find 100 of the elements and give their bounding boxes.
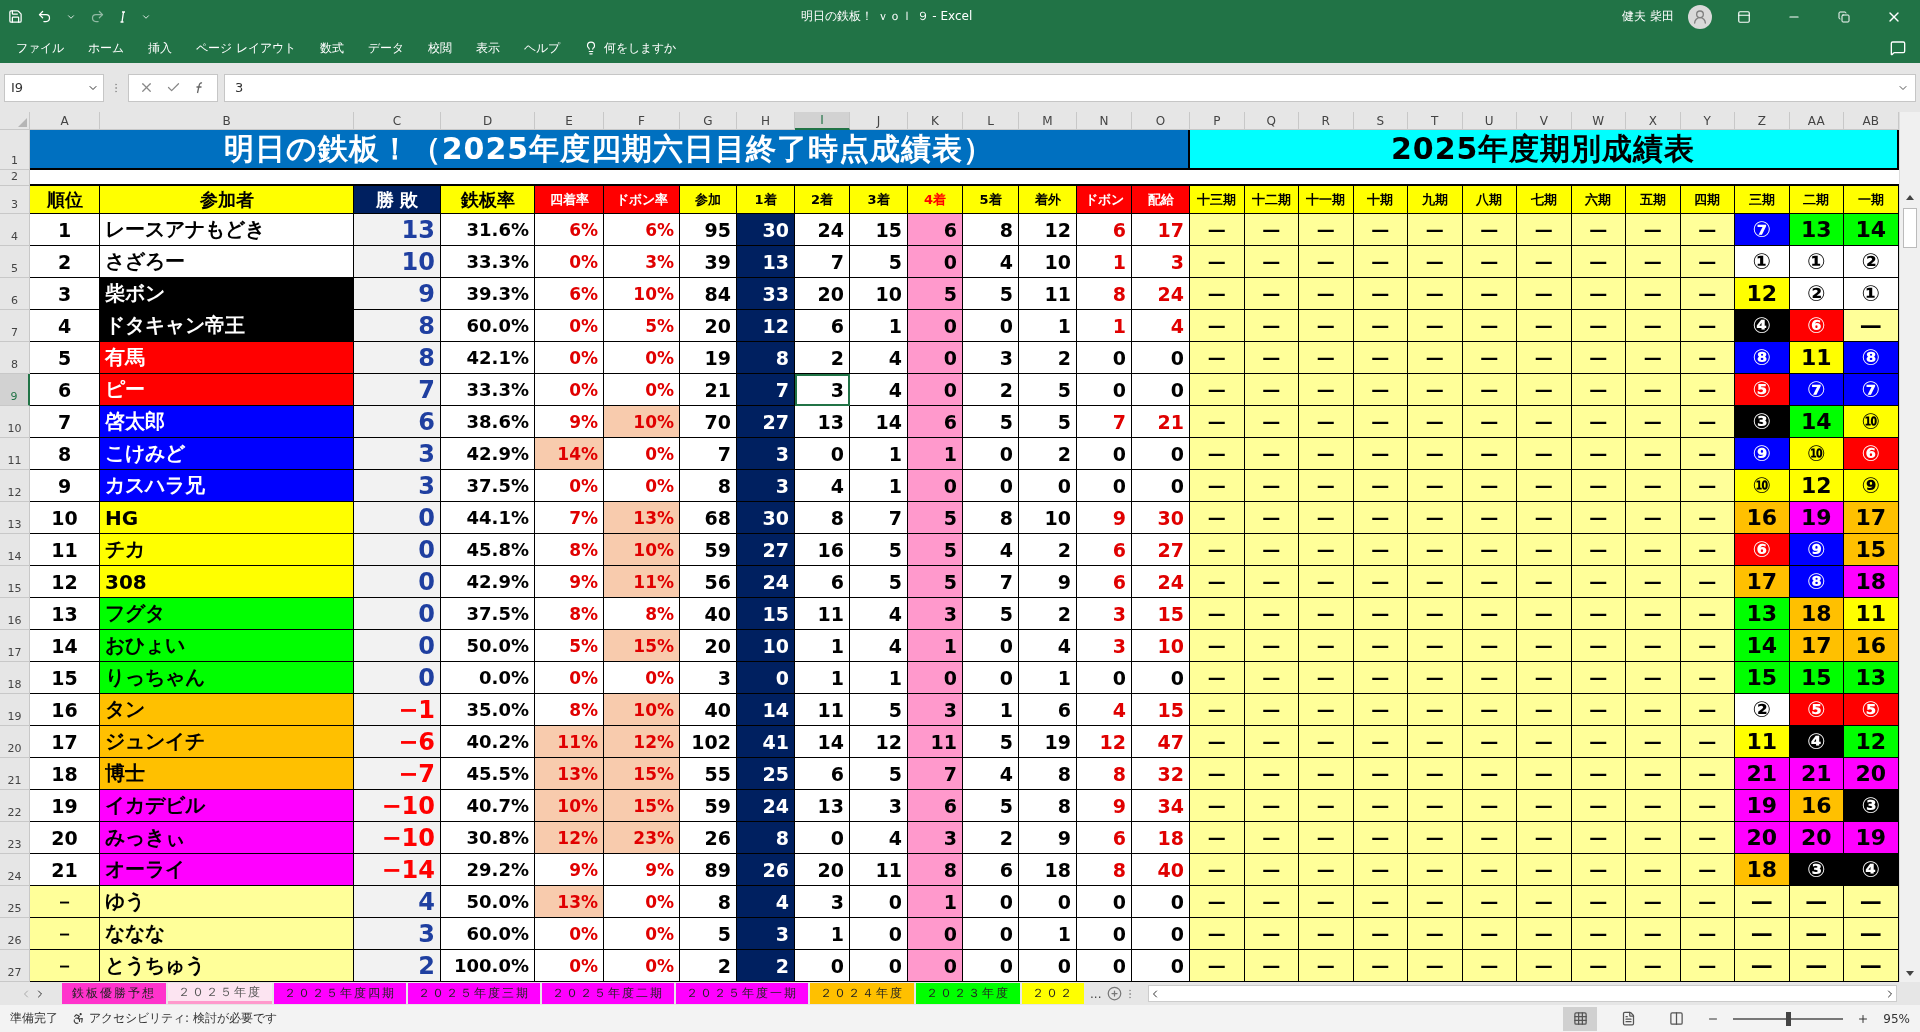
row-header[interactable]: 22 (0, 790, 30, 822)
column-header[interactable]: D (441, 112, 535, 130)
column-header[interactable]: I (795, 112, 850, 130)
row-header[interactable]: 27 (0, 950, 30, 982)
column-header[interactable]: Q (1244, 112, 1299, 130)
avatar[interactable] (1688, 4, 1712, 29)
row-header[interactable]: 12 (0, 470, 30, 502)
ribbon-tab[interactable]: 校閲 (415, 35, 464, 61)
column-header[interactable]: Z (1735, 112, 1790, 130)
cursor-icon[interactable] (119, 10, 127, 23)
zoom-thumb[interactable] (1786, 1011, 1792, 1026)
column-header[interactable]: P (1190, 112, 1245, 130)
row-header[interactable]: 6 (0, 278, 30, 310)
zoom-in-icon[interactable] (1857, 1012, 1870, 1025)
row-header[interactable]: 5 (0, 246, 30, 278)
column-header[interactable]: AA (1789, 112, 1844, 130)
normal-view-button[interactable] (1563, 1006, 1598, 1031)
row-header[interactable]: 2 (0, 170, 30, 186)
row-header[interactable]: 26 (0, 918, 30, 950)
column-header[interactable]: Y (1680, 112, 1735, 130)
column-header[interactable]: C (354, 112, 441, 130)
row-header[interactable]: 20 (0, 726, 30, 758)
column-header[interactable]: J (850, 112, 908, 130)
row-header[interactable]: 10 (0, 406, 30, 438)
columns-icon[interactable] (1668, 1011, 1684, 1026)
row-header[interactable]: 15 (0, 566, 30, 598)
grid-icon[interactable] (1572, 1011, 1588, 1026)
ribbon-tab[interactable]: 挿入 (136, 35, 184, 61)
restore-icon[interactable] (1838, 10, 1850, 23)
undo-icon[interactable] (37, 9, 52, 24)
row-header[interactable]: 14 (0, 534, 30, 566)
column-header[interactable]: R (1299, 112, 1354, 130)
save-icon[interactable] (8, 9, 23, 24)
ribbon-tab[interactable]: 数式 (307, 35, 356, 61)
horizontal-scrollbar[interactable] (1148, 985, 1897, 1002)
column-header[interactable]: E (535, 112, 604, 130)
column-header[interactable]: B (100, 112, 354, 130)
ribbon-tab[interactable]: ファイル (4, 35, 76, 61)
sheet-tab[interactable]: ２０２５年度一期 (676, 983, 808, 1004)
column-header[interactable]: S (1353, 112, 1408, 130)
scroll-thumb[interactable] (1903, 208, 1917, 248)
column-header[interactable]: T (1408, 112, 1463, 130)
column-header[interactable]: K (908, 112, 963, 130)
period-cell: — (1408, 630, 1463, 662)
row-header[interactable]: 1 (0, 130, 30, 170)
row-header[interactable]: 17 (0, 630, 30, 662)
user-name[interactable]: 健夫 柴田 (1622, 8, 1674, 25)
row-header[interactable]: 13 (0, 502, 30, 534)
cancel-icon[interactable] (139, 80, 154, 95)
column-header[interactable]: X (1626, 112, 1681, 130)
sheet-tab[interactable]: ２０２ (1022, 983, 1084, 1004)
row-header[interactable]: 23 (0, 822, 30, 854)
row-header[interactable]: 8 (0, 342, 30, 374)
row-header[interactable]: 24 (0, 854, 30, 886)
ribbon-tab[interactable]: ホーム (76, 35, 136, 61)
sheet-tab[interactable]: ２０２５年度二期 (542, 983, 674, 1004)
ribbon-tab[interactable]: 表示 (463, 35, 512, 61)
row-header[interactable]: 25 (0, 886, 30, 918)
zoom-level[interactable]: 95% (1883, 1011, 1910, 1026)
more-sheets-button[interactable]: ... (1086, 986, 1106, 1001)
add-sheet-icon[interactable] (1107, 986, 1123, 1001)
row-header[interactable]: 16 (0, 598, 30, 630)
sheet-tab[interactable]: ２０２５年度 (168, 983, 272, 1004)
redo-icon[interactable] (90, 9, 105, 24)
column-header[interactable]: L (963, 112, 1019, 130)
column-header[interactable]: A (30, 112, 100, 130)
column-header[interactable]: U (1462, 112, 1517, 130)
sheet-tab[interactable]: ２０２５年度三期 (408, 983, 540, 1004)
name-box[interactable]: I9 (4, 73, 104, 102)
row-header[interactable]: 3 (0, 186, 30, 214)
ribbon-tab[interactable]: ヘルプ (511, 35, 572, 61)
comment-icon[interactable] (1890, 40, 1906, 56)
window-icon[interactable] (1737, 9, 1751, 24)
column-header[interactable]: M (1019, 112, 1077, 130)
column-header[interactable]: H (737, 112, 795, 130)
ribbon-tab[interactable]: ページ レイアウト (184, 35, 308, 61)
row-header[interactable]: 11 (0, 438, 30, 470)
sheet-tab[interactable]: ２０２３年度 (916, 983, 1020, 1004)
accessibility-icon[interactable] (72, 1012, 85, 1025)
tell-me-button[interactable]: 何をしますか (571, 35, 688, 61)
column-header[interactable]: F (604, 112, 680, 130)
ribbon-tab[interactable]: データ (355, 35, 416, 61)
column-header[interactable]: AB (1844, 112, 1899, 130)
row-header[interactable]: 9 (0, 374, 30, 406)
column-header[interactable]: G (680, 112, 737, 130)
sheet-tab[interactable]: ２０２４年度 (810, 983, 914, 1004)
column-header[interactable]: O (1132, 112, 1190, 130)
accessibility-status[interactable]: アクセシビリティ: 検討が必要です (89, 1010, 277, 1027)
column-header[interactable]: V (1517, 112, 1572, 130)
sheet-tab[interactable]: ２０２５年度四期 (274, 983, 406, 1004)
column-header[interactable]: N (1077, 112, 1132, 130)
formula-field[interactable]: 3 (224, 73, 1916, 102)
row-header[interactable]: 7 (0, 310, 30, 342)
page-icon[interactable] (1620, 1011, 1636, 1026)
row-header[interactable]: 18 (0, 662, 30, 694)
column-header[interactable]: W (1571, 112, 1626, 130)
row-header[interactable]: 19 (0, 694, 30, 726)
sheet-tab[interactable]: 鉄板優勝予想 (62, 983, 166, 1004)
row-header[interactable]: 21 (0, 758, 30, 790)
row-header[interactable]: 4 (0, 214, 30, 246)
